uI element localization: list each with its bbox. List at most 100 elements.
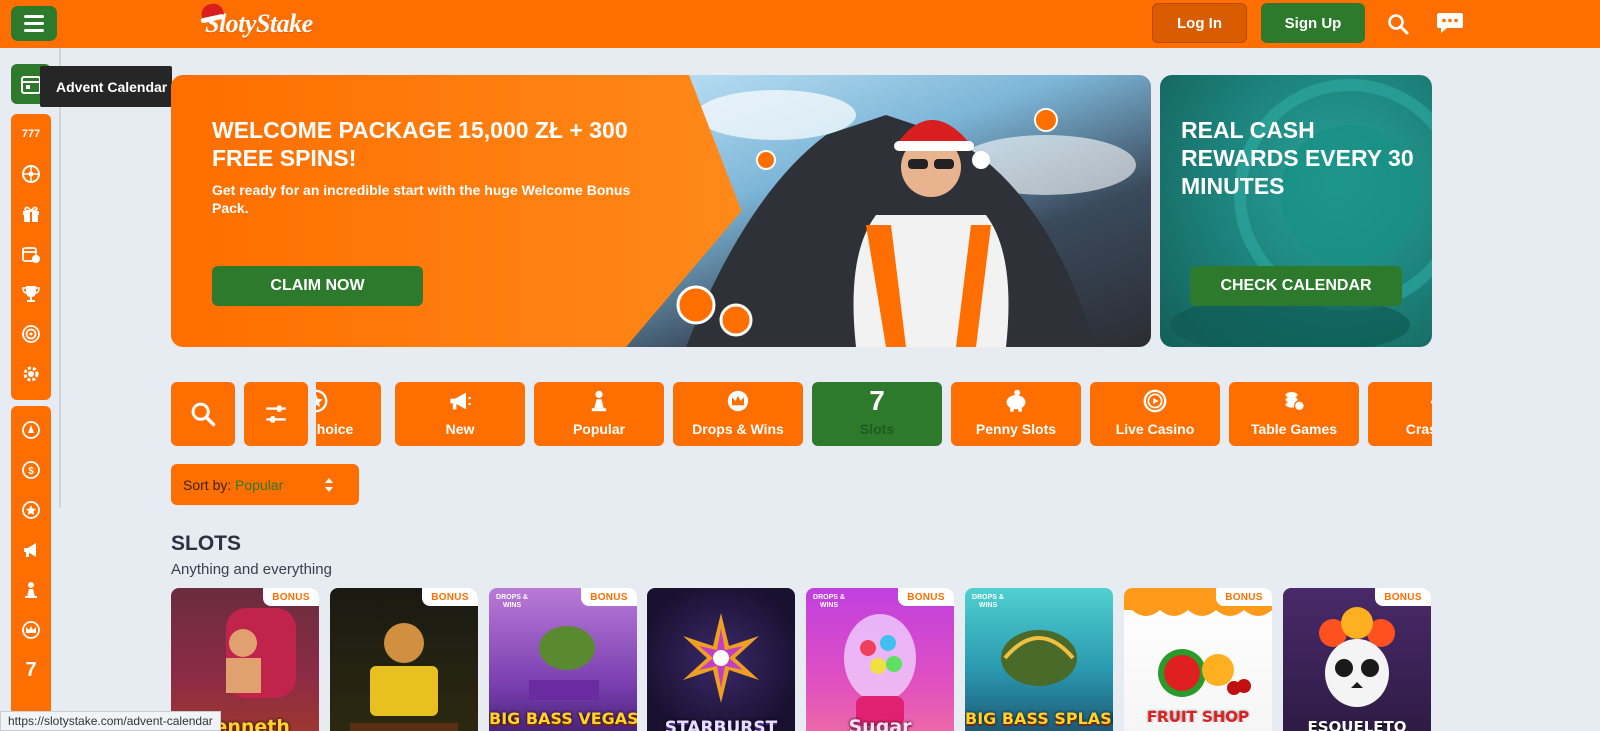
game-title: BIG BASS VEGAS [489,709,637,728]
gear-icon [23,366,39,382]
sidebar-item-wheel[interactable] [11,154,51,194]
section-subtitle: Anything and everything [171,561,332,578]
game-art [1319,607,1395,707]
game-tile[interactable]: BONUS ESQUELETO [1283,588,1431,731]
category-table-games[interactable]: Table Games [1229,382,1359,446]
menu-icon[interactable] [11,6,57,41]
sidebar-item-drops[interactable] [11,610,51,650]
category-popular[interactable]: Popular [534,382,664,446]
bonus-badge: BONUS [898,588,954,606]
sort-select[interactable]: Sort by: Popular [171,464,359,505]
check-calendar-button[interactable]: CHECK CALENDAR [1190,266,1402,306]
star-icon [316,389,328,413]
game-title: FRUIT SHOP [1146,708,1250,726]
sidebar-group-main: 777 [11,114,51,400]
welcome-banner-subtitle: Get ready for an incredible start with t… [212,182,631,216]
game-tile[interactable]: BONUS Kenneth [171,588,319,731]
sidebar-item-target[interactable] [11,314,51,354]
svg-text:$: $ [28,466,34,477]
drops-wins-tag: DROPS & WINS [972,594,1004,609]
pawn-icon [591,390,607,412]
sidebar-item-777[interactable]: 777 [11,114,51,154]
bell-icon [22,421,40,439]
sidebar-item-favorites[interactable] [11,490,51,530]
category-label: Table Games [1250,421,1338,437]
game-art [350,623,458,731]
bonus-badge: BONUS [1216,588,1272,606]
game-search-button[interactable] [171,382,235,446]
gift-icon [23,206,39,222]
star-icon [22,501,40,519]
sidebar-item-gift[interactable] [11,194,51,234]
category-label: Drops & Wins [692,421,784,437]
category-drops-wins[interactable]: Drops & Wins [673,382,803,446]
megaphone-icon [24,543,36,557]
sidebar-item-new[interactable] [11,530,51,570]
megaphone-icon [450,392,472,410]
sidebar-tooltip: Advent Calendar [40,66,172,107]
bonus-badge: BONUS [1375,588,1431,606]
crown-icon [727,390,749,412]
category-label: Penny Slots [975,421,1057,437]
chat-icon[interactable] [1436,11,1464,35]
browser-status-url: https://slotystake.com/advent-calendar [0,711,221,731]
coin-icon: $ [22,461,40,479]
calendar-trophy-icon [22,247,40,263]
category-label: Live Casino [1115,421,1195,437]
sidebar-item-alerts[interactable] [11,410,51,450]
claim-now-button[interactable]: CLAIM NOW [212,266,423,306]
game-tile[interactable]: BONUS FRUIT SHOP [1124,588,1272,731]
game-title: Sugar [848,716,912,731]
rocket-icon [1425,399,1432,409]
pilot-illustration [676,90,1136,347]
bonus-badge: BONUS [263,588,319,606]
game-tile[interactable]: DROPS & WINS BIG BASS SPLASH [965,588,1113,731]
play-icon [1143,389,1167,413]
sidebar-item-settings[interactable] [11,354,51,394]
sidebar-item-trophy[interactable] [11,274,51,314]
game-title: ESQUELETO [1307,718,1407,731]
game-art [683,613,759,703]
drops-wins-tag: DROPS & WINS [813,594,845,609]
game-art [226,608,296,698]
sort-label: Sort by: [183,477,232,493]
sort-value: Popular [235,477,284,493]
category-label: New [445,421,475,437]
category-strip: Choice New Popular Drops & Wins 7 Slots … [316,382,1432,448]
search-icon[interactable] [1386,12,1410,36]
game-title: BIG BASS SPLASH [965,709,1113,728]
seven-icon: 7 [869,385,885,416]
sidebar-item-calendar-trophy[interactable] [11,234,51,274]
category-penny-slots[interactable]: Penny Slots [951,382,1081,446]
login-button[interactable]: Log In [1152,3,1247,43]
sidebar-group-categories: $ 7 [11,406,51,731]
category-crash-games[interactable]: Crash G [1368,382,1432,446]
sort-arrows-icon [325,478,333,492]
category-choice[interactable]: Choice [316,382,381,446]
category-slots[interactable]: 7 Slots [812,382,942,446]
sidebar-item-coin[interactable]: $ [11,450,51,490]
category-label: Crash G [1405,421,1432,437]
drops-wins-tag: DROPS & WINS [496,594,528,609]
bonus-badge: BONUS [422,588,478,606]
game-tile[interactable]: STARBURST [647,588,795,731]
sidebar-item-slots[interactable]: 7 [11,650,51,690]
game-tile[interactable]: DROPS & WINS BONUS BIG BASS VEGAS [489,588,637,731]
chips-icon [1285,392,1305,412]
category-label: Slots [859,421,895,437]
top-header: SlotyStake Log In Sign Up [0,0,1600,48]
signup-button[interactable]: Sign Up [1261,3,1365,43]
sidebar-item-popular[interactable] [11,570,51,610]
sidebar-777-label: 777 [21,128,41,140]
category-label: Choice [316,421,354,437]
category-new[interactable]: New [395,382,525,446]
crown-icon [22,621,40,639]
game-filter-button[interactable] [244,382,308,446]
game-tile[interactable]: BONUS [330,588,478,731]
sidebar-divider [59,48,61,508]
category-live-casino[interactable]: Live Casino [1090,382,1220,446]
game-tile[interactable]: DROPS & WINS BONUS Sugar [806,588,954,731]
rewards-banner-title: REAL CASH REWARDS EVERY 30 MINUTES [1181,117,1414,199]
welcome-banner-title: WELCOME PACKAGE 15,000 ZŁ + 300 FREE SPI… [212,117,628,171]
brand-logo[interactable]: SlotyStake [199,1,313,42]
